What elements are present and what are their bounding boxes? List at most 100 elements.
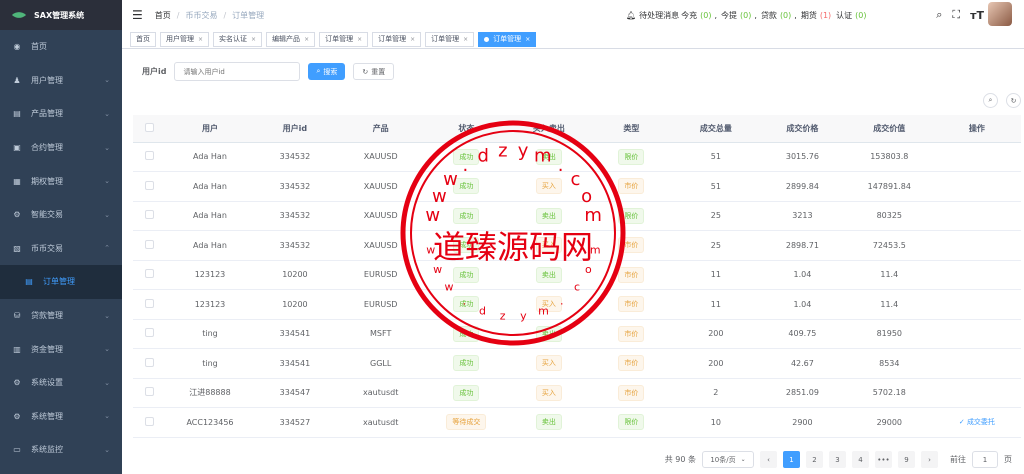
page-button[interactable]: 1 — [783, 451, 800, 468]
avatar[interactable] — [988, 2, 1012, 26]
next-page-button[interactable]: › — [921, 451, 938, 468]
sidebar-item[interactable]: ▧ 币币交易 ⌃ — [0, 232, 122, 266]
row-checkbox[interactable] — [145, 239, 155, 249]
table-row[interactable]: ting 334541 GGLL 成功 买入 市价 200 42.67 8534 — [133, 348, 1021, 379]
close-icon[interactable]: × — [304, 36, 309, 43]
tag-item[interactable]: 订单管理 × — [425, 31, 475, 47]
table-cell: XAUUSD — [336, 142, 426, 172]
breadcrumb-coin-trade[interactable]: 币币交易 — [185, 10, 217, 21]
tag-item[interactable]: 用户管理 × — [160, 31, 210, 47]
sidebar-item[interactable]: ▭ 系统监控 ⌄ — [0, 433, 122, 467]
user-id-input[interactable] — [174, 62, 301, 81]
sidebar-item[interactable]: ▣ 合约管理 ⌄ — [0, 131, 122, 165]
search-icon[interactable]: ⌕ — [936, 8, 942, 22]
table-row[interactable]: Ada Han 334532 XAUUSD 成功 卖出 限价 51 3015.76 153803… — [133, 142, 1021, 172]
sidebar-item[interactable]: ▤ 产品管理 ⌄ — [0, 97, 122, 131]
row-checkbox[interactable] — [145, 180, 155, 190]
row-checkbox[interactable] — [145, 151, 155, 161]
table-row[interactable]: 123123 10200 EURUSD 成功 买入 市价 11 1.04 11.4 — [133, 289, 1021, 320]
column-header: 操作 — [932, 115, 1021, 143]
tag-label: 用户管理 — [166, 35, 194, 43]
column-header: 用户 — [166, 115, 254, 143]
tag-item[interactable]: 订单管理 × — [319, 31, 369, 47]
sidebar-item[interactable]: ▦ 期权管理 ⌄ — [0, 164, 122, 198]
table-row[interactable]: 江进88888 334547 xautusdt 成功 买入 市价 2 2851.09 5702.… — [133, 378, 1021, 408]
page-size-select[interactable]: 10条/页 ⌄ — [702, 451, 754, 468]
sidebar-item[interactable]: ⚙ 系统管理 ⌄ — [0, 400, 122, 434]
sidebar-item[interactable]: ⚙ 系统设置 ⌄ — [0, 366, 122, 400]
tag-label: 订单管理 — [431, 35, 460, 43]
table-row[interactable]: Ada Han 334532 XAUUSD 成功 买入 市价 25 2898.71 72453.… — [133, 230, 1021, 261]
hamburger-icon[interactable]: ☰ — [132, 8, 143, 22]
table-row[interactable]: Ada Han 334532 XAUUSD 成功 卖出 限价 25 3213 80325 — [133, 201, 1021, 231]
sidebar-item[interactable]: ▤ 订单管理 — [0, 265, 122, 299]
row-checkbox[interactable] — [145, 298, 155, 308]
close-icon[interactable]: × — [463, 36, 468, 43]
table-cell: 10200 — [253, 289, 337, 320]
table-cell: 市价 — [590, 289, 673, 320]
search-button[interactable]: ⌕ 搜索 — [308, 63, 346, 80]
page-button[interactable]: ••• — [875, 451, 892, 468]
table-cell: 2851.09 — [759, 378, 846, 408]
row-checkbox[interactable] — [145, 328, 155, 338]
close-icon[interactable]: × — [357, 36, 362, 43]
table-cell: 334532 — [253, 201, 337, 231]
loan-count: (0) — [779, 10, 792, 20]
table-cell: 买入 — [507, 348, 591, 379]
tag-item[interactable]: 订单管理 × — [372, 31, 422, 47]
table-cell — [932, 289, 1021, 320]
sidebar-item[interactable]: ♟ 用户管理 ⌄ — [0, 64, 122, 98]
select-all-checkbox[interactable] — [145, 122, 155, 132]
page-button[interactable]: 4 — [852, 451, 869, 468]
row-checkbox[interactable] — [145, 357, 155, 367]
page-button[interactable]: 2 — [806, 451, 823, 468]
tag-item[interactable]: 首页 — [130, 31, 156, 47]
fill-order-link[interactable]: ✓ 成交委托 — [959, 418, 995, 426]
row-checkbox[interactable] — [145, 416, 155, 426]
table-row[interactable]: ACC123456 334527 xautusdt 等待成交 卖出 限价 10 2900 290… — [133, 407, 1021, 438]
toggle-search-icon[interactable]: ⌕ — [983, 93, 998, 108]
option-icon: ▦ — [13, 176, 21, 186]
fullscreen-icon[interactable]: ⛶ — [952, 8, 960, 22]
tag-item[interactable]: 实名认证 × — [213, 31, 263, 47]
side-badge: 买入 — [535, 178, 562, 195]
reset-button[interactable]: ↻ 重置 — [353, 63, 395, 80]
close-icon[interactable]: × — [410, 36, 415, 43]
sidebar-item[interactable]: ◉ 首页 — [0, 30, 122, 64]
table-cell: Ada Han — [166, 142, 254, 172]
close-icon[interactable]: × — [251, 36, 256, 43]
pending-label: 待处理消息 — [639, 10, 680, 20]
table-row[interactable]: Ada Han 334532 XAUUSD 成功 买入 市价 51 2899.84 147891… — [133, 171, 1021, 202]
active-dot-icon — [484, 36, 490, 42]
table-cell: 成功 — [425, 319, 508, 349]
page-button[interactable]: 3 — [829, 451, 846, 468]
column-header: 类型 — [590, 115, 673, 143]
close-icon[interactable]: × — [525, 36, 530, 43]
sidebar-item[interactable]: ⚙ 智能交易 ⌄ — [0, 198, 122, 232]
refresh-icon[interactable]: ↻ — [1006, 93, 1021, 108]
row-checkbox[interactable] — [145, 387, 155, 397]
row-checkbox[interactable] — [145, 210, 155, 220]
tag-item[interactable]: 编辑产品 × — [266, 31, 316, 47]
table-cell: XAUUSD — [336, 230, 426, 261]
table-row[interactable]: ting 334541 MSFT 成功 卖出 市价 200 409.75 81950 — [133, 319, 1021, 349]
table-row[interactable]: 123123 10200 EURUSD 成功 卖出 市价 11 1.04 11.4 — [133, 260, 1021, 290]
sidebar-item[interactable]: ⛁ 贷款管理 ⌄ — [0, 299, 122, 333]
table-cell: 限价 — [590, 201, 673, 231]
breadcrumb-home[interactable]: 首页 — [155, 10, 171, 21]
prev-page-button[interactable]: ‹ — [760, 451, 777, 468]
font-size-icon[interactable]: тT — [970, 9, 984, 22]
header-tools: ⌕ ⛶ тT — [936, 0, 984, 30]
sidebar-item[interactable]: ▥ 资金管理 ⌄ — [0, 332, 122, 366]
table-cell: 买入 — [507, 378, 591, 408]
goto-page-input[interactable]: 1 — [972, 451, 998, 468]
column-header: 成交价格 — [759, 115, 846, 143]
order-icon: ▤ — [25, 277, 33, 287]
tag-item[interactable]: 订单管理 × — [478, 31, 537, 47]
row-checkbox[interactable] — [145, 269, 155, 279]
notification-bar[interactable]: 🔔︎ 待处理消息 今充 (0) , 今提 (0) , 贷款 (0) , 期货 (… — [626, 0, 870, 30]
column-header: 状态 — [425, 115, 508, 143]
page-button[interactable]: 9 — [898, 451, 915, 468]
close-icon[interactable]: × — [198, 36, 203, 43]
table-cell: 1.04 — [759, 289, 846, 320]
